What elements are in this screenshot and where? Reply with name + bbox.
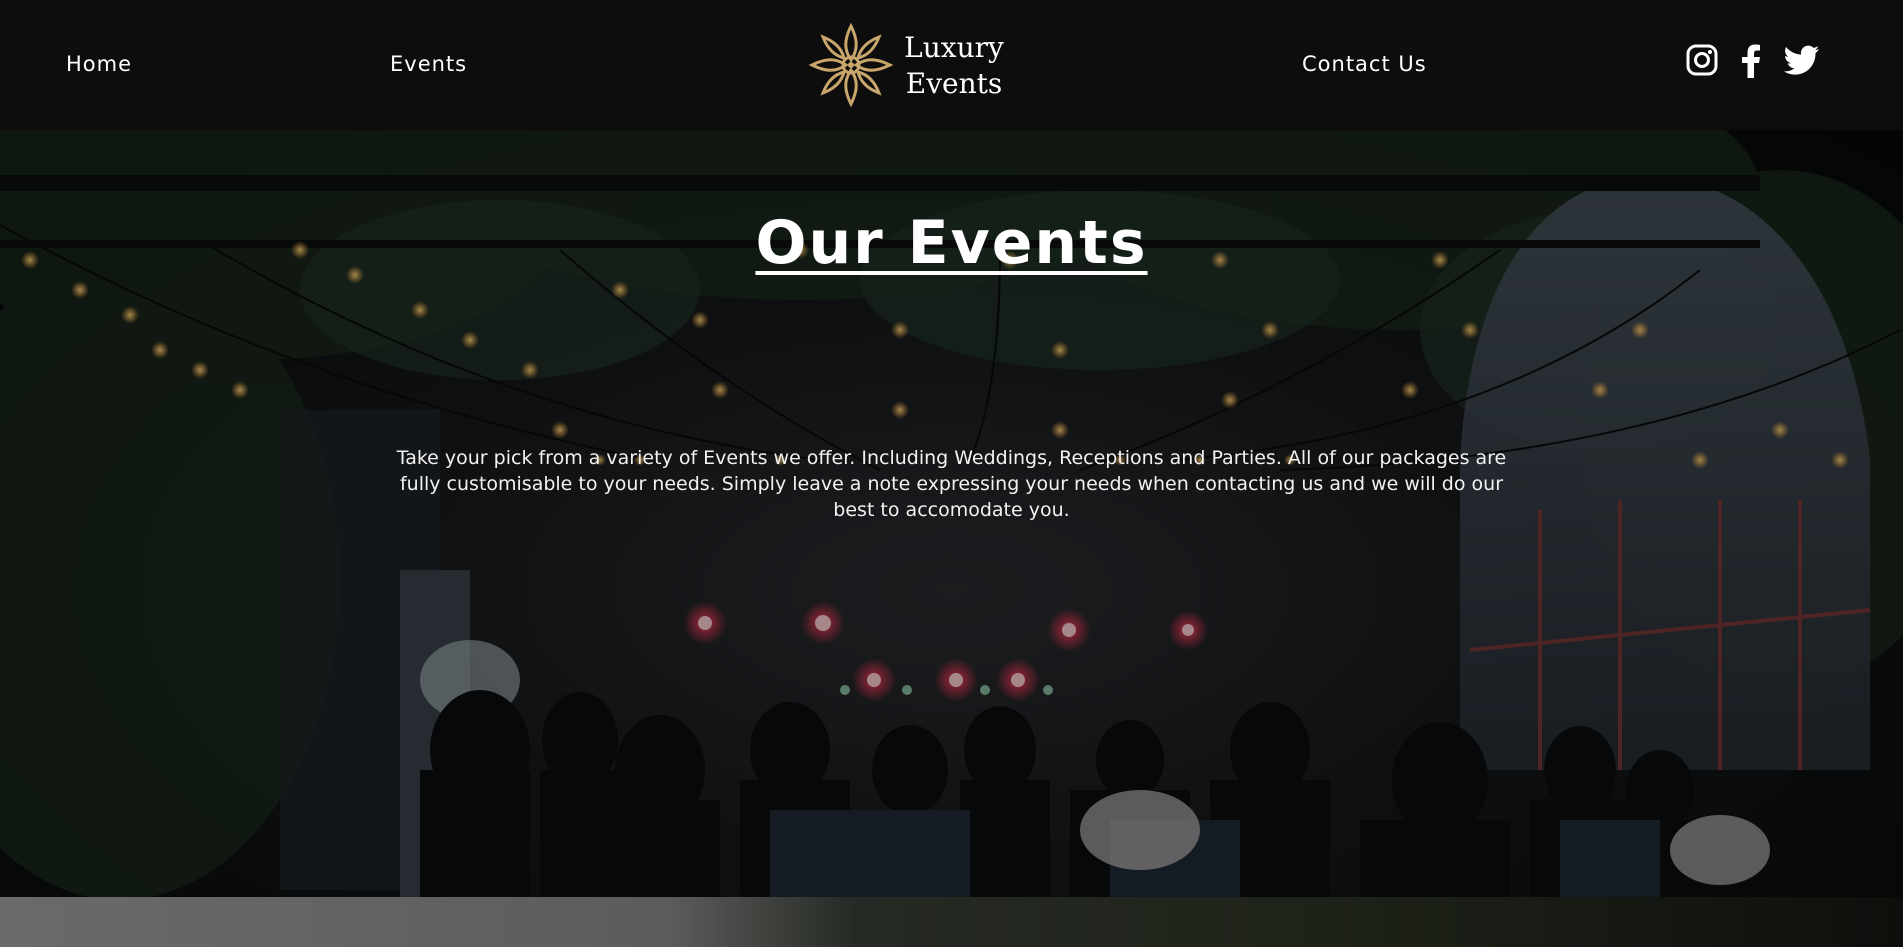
logo-text-line2: Events: [905, 67, 1003, 100]
facebook-icon[interactable]: [1738, 44, 1764, 82]
logo-text-line1: Luxury: [904, 31, 1004, 64]
nav-contact-link[interactable]: Contact Us: [1302, 50, 1427, 78]
hero-description: Take your pick from a variety of Events …: [396, 447, 1507, 521]
lotus-mandala-icon: [808, 22, 894, 108]
top-navbar: Home Events Luxury Events Contact Us: [0, 0, 1903, 130]
hero-title: Our Events: [755, 208, 1148, 278]
section-divider-band: [0, 897, 1903, 947]
twitter-icon[interactable]: [1783, 44, 1820, 80]
nav-events-link[interactable]: Events: [390, 50, 467, 78]
instagram-icon[interactable]: [1686, 44, 1718, 80]
nav-home-link[interactable]: Home: [66, 50, 132, 78]
hero-banner: Our Events Take your pick from a variety…: [0, 130, 1903, 897]
site-logo[interactable]: Luxury Events: [806, 20, 1006, 110]
